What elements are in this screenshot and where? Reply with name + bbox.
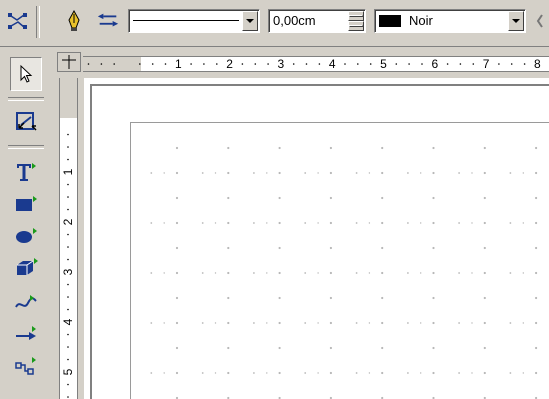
points-icon[interactable] — [6, 9, 30, 33]
ruler-number: 7 — [483, 57, 490, 71]
rectangle-icon — [16, 196, 37, 211]
line-toolbar: 0,00cm Noir — [0, 0, 549, 47]
select-tool[interactable] — [10, 57, 42, 91]
ruler-number: 8 — [534, 57, 541, 71]
arrow-icon — [16, 326, 36, 340]
line-width-value: 0,00cm — [273, 13, 316, 28]
3d-objects-tool[interactable] — [10, 251, 42, 285]
crosshair-icon — [62, 55, 76, 69]
line-color-name: Noir — [409, 13, 433, 28]
ruler-number: 4 — [61, 318, 75, 325]
ruler-number: 3 — [61, 268, 75, 275]
ruler-number: 2 — [61, 218, 75, 225]
horizontal-ruler[interactable]: 1 2 3 4 5 6 7 8 — [83, 56, 549, 72]
connector-tool[interactable] — [10, 349, 42, 383]
ruler-number: 2 — [226, 57, 233, 71]
pen-icon[interactable] — [62, 9, 86, 33]
ellipse-tool[interactable] — [10, 219, 42, 253]
text-icon — [17, 163, 36, 181]
ruler-number: 5 — [61, 368, 75, 375]
line-style-select[interactable] — [128, 9, 260, 33]
lines-arrows-tool[interactable] — [10, 317, 42, 351]
line-color-select[interactable]: Noir — [374, 9, 526, 33]
rectangle-tool[interactable] — [10, 187, 42, 221]
line-style-preview — [133, 20, 239, 21]
text-tool[interactable] — [10, 155, 42, 189]
drawing-toolbar — [0, 47, 52, 399]
zoom-tool[interactable] — [10, 105, 42, 139]
ruler-number: 3 — [278, 57, 285, 71]
pointer-icon — [20, 64, 33, 83]
connector-icon — [15, 357, 36, 375]
cube-icon — [17, 258, 38, 275]
snap-grid — [150, 146, 538, 399]
arrow-style-icon[interactable] — [96, 9, 120, 33]
spin-up-icon[interactable] — [348, 11, 364, 21]
area-icon[interactable] — [536, 9, 549, 33]
ruler-number: 6 — [431, 57, 438, 71]
line-width-spinner[interactable] — [348, 11, 364, 31]
curve-icon — [15, 295, 37, 308]
ruler-number: 1 — [61, 168, 75, 175]
spin-down-icon[interactable] — [348, 21, 364, 31]
chevron-down-icon[interactable] — [508, 11, 524, 31]
ellipse-icon — [16, 228, 37, 243]
vertical-ruler[interactable]: 1 2 3 4 5 — [59, 78, 78, 399]
drawing-canvas[interactable] — [84, 78, 549, 399]
zoom-icon — [16, 112, 37, 131]
ruler-number: 1 — [175, 57, 182, 71]
line-width-field[interactable]: 0,00cm — [268, 9, 366, 33]
ruler-number: 5 — [380, 57, 387, 71]
color-swatch — [379, 15, 401, 27]
curve-tool[interactable] — [10, 285, 42, 319]
chevron-down-icon[interactable] — [242, 11, 258, 31]
ruler-number: 4 — [329, 57, 336, 71]
ruler-corner[interactable] — [57, 52, 81, 72]
